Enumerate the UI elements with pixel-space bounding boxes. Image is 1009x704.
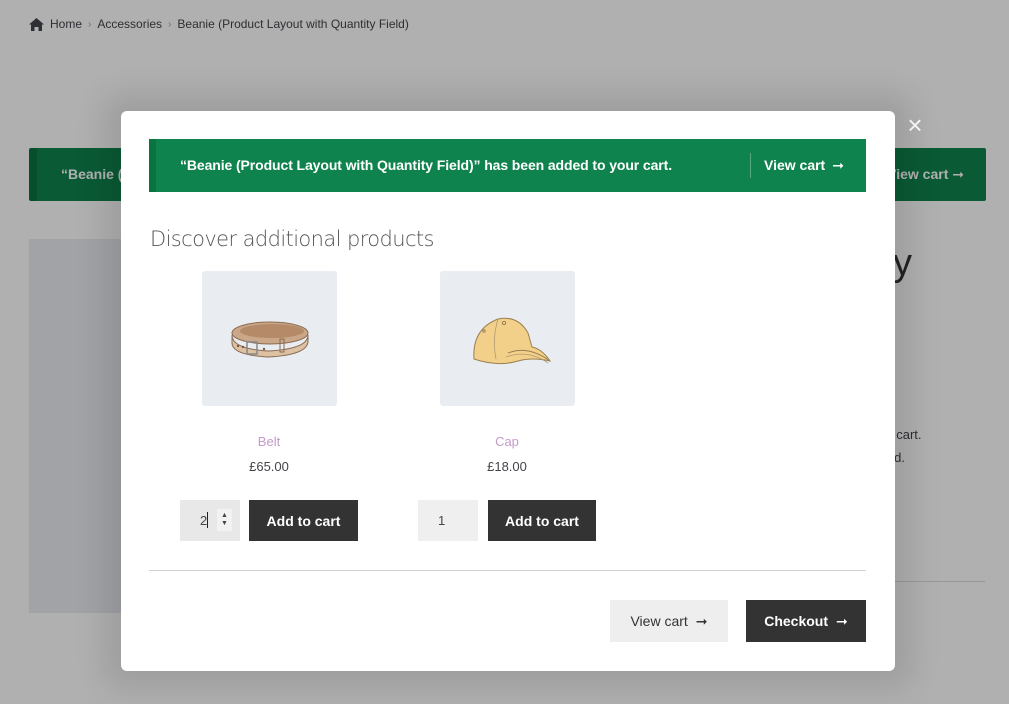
belt-image[interactable] xyxy=(201,271,337,406)
arrow-right-icon: ➞ xyxy=(836,613,848,629)
product-card-cap: Cap £18.00 xyxy=(418,271,596,474)
arrow-right-icon: ➞ xyxy=(695,613,708,629)
close-icon[interactable]: × xyxy=(903,112,927,138)
add-to-cart-button-cap[interactable]: Add to cart xyxy=(488,500,596,541)
section-title: Discover additional products xyxy=(150,227,434,251)
add-to-cart-button-belt[interactable]: Add to cart xyxy=(249,500,358,541)
product-price: £65.00 xyxy=(249,459,289,474)
added-to-cart-modal: “Beanie (Product Layout with Quantity Fi… xyxy=(121,111,895,671)
cap-image[interactable] xyxy=(439,271,575,406)
quantity-stepper[interactable]: ▲ ▼ xyxy=(217,509,232,531)
cart-notice: “Beanie (Product Layout with Quantity Fi… xyxy=(149,139,866,192)
product-price: £18.00 xyxy=(487,459,527,474)
notice-view-cart-button[interactable]: View cart ➞ xyxy=(764,157,844,173)
arrow-right-icon: ➞ xyxy=(832,157,844,173)
spinner-down-icon[interactable]: ▼ xyxy=(221,520,228,528)
view-cart-button[interactable]: View cart ➞ xyxy=(610,600,728,642)
checkout-button[interactable]: Checkout ➞ xyxy=(746,600,866,642)
product-card-belt: Belt £65.00 xyxy=(180,271,358,474)
footer-divider xyxy=(149,570,866,571)
product-name-link[interactable]: Cap xyxy=(418,434,596,449)
text-cursor xyxy=(207,512,208,528)
quantity-input-cap[interactable]: 1 xyxy=(418,500,478,541)
spinner-up-icon[interactable]: ▲ xyxy=(221,512,228,520)
cart-notice-message: “Beanie (Product Layout with Quantity Fi… xyxy=(180,157,672,173)
product-name-link[interactable]: Belt xyxy=(180,434,358,449)
notice-divider xyxy=(750,153,751,178)
quantity-input-belt[interactable]: 2 ▲ ▼ xyxy=(180,500,240,541)
